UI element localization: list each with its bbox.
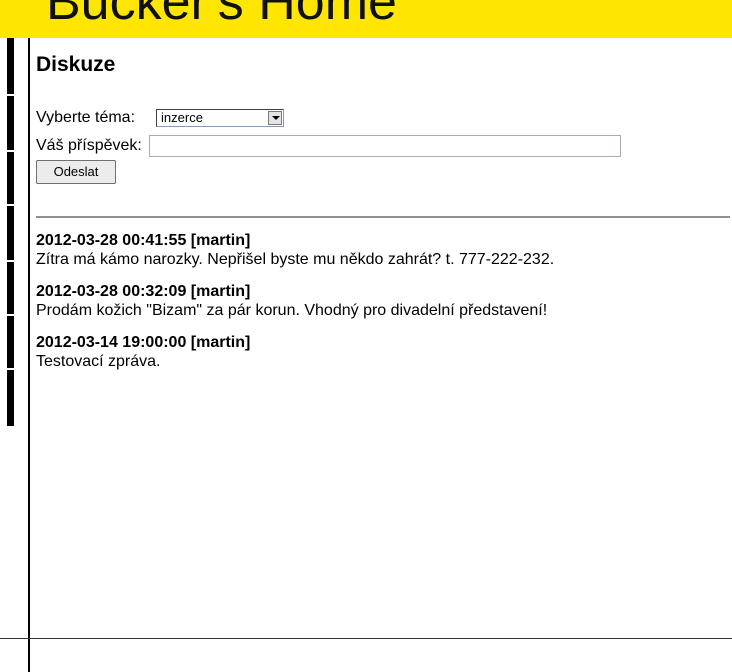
topic-select-value: inzerce [161, 110, 203, 125]
topic-select[interactable]: inzerce [156, 109, 285, 127]
message-list: 2012-03-28 00:41:55 [martin] Zítra má ká… [36, 232, 726, 385]
post-label: Váš příspěvek: [36, 137, 142, 154]
page-title: Diskuze [36, 53, 116, 76]
chevron-down-icon[interactable] [268, 111, 283, 125]
discussion-section: Diskuze Vyberte téma: inzerce Váš příspě… [36, 38, 730, 370]
message-body: Prodám kožich "Bizam" za pár korun. Vhod… [36, 302, 548, 319]
message-item: 2012-03-28 00:41:55 [martin] Zítra má ká… [36, 232, 726, 270]
message-body: Testovací zpráva. [36, 353, 161, 370]
message-header: 2012-03-28 00:41:55 [martin] [36, 232, 251, 249]
menu-separator [7, 260, 14, 262]
post-input[interactable] [148, 135, 621, 157]
message-item: 2012-03-28 00:32:09 [martin] Prodám koži… [36, 283, 726, 321]
menu-separator [7, 314, 14, 316]
message-header: 2012-03-14 19:00:00 [martin] [36, 334, 251, 351]
message-body: Zítra má kámo narozky. Nepřišel byste mu… [36, 251, 555, 268]
menu-separator [7, 368, 14, 370]
message-item: 2012-03-14 19:00:00 [martin] Testovací z… [36, 334, 726, 372]
topic-label: Vyberte téma: [36, 109, 136, 126]
message-header: 2012-03-28 00:32:09 [martin] [36, 283, 251, 300]
bottom-rule [0, 638, 732, 639]
menu-separator [7, 204, 14, 206]
submit-button[interactable]: Odeslat [36, 160, 116, 184]
divider [36, 216, 730, 218]
site-title: Bucker's Home [46, 0, 397, 31]
left-menu-bar [7, 38, 14, 426]
topic-row: Vyberte téma: inzerce [36, 108, 285, 128]
post-row: Váš příspěvek: [36, 135, 621, 157]
menu-separator [7, 94, 14, 96]
menu-separator [7, 150, 14, 152]
content-left-border [28, 38, 30, 672]
site-banner: Bucker's Home [0, 0, 732, 38]
page: Bucker's Home Diskuze Vyberte téma: inze… [0, 0, 732, 672]
